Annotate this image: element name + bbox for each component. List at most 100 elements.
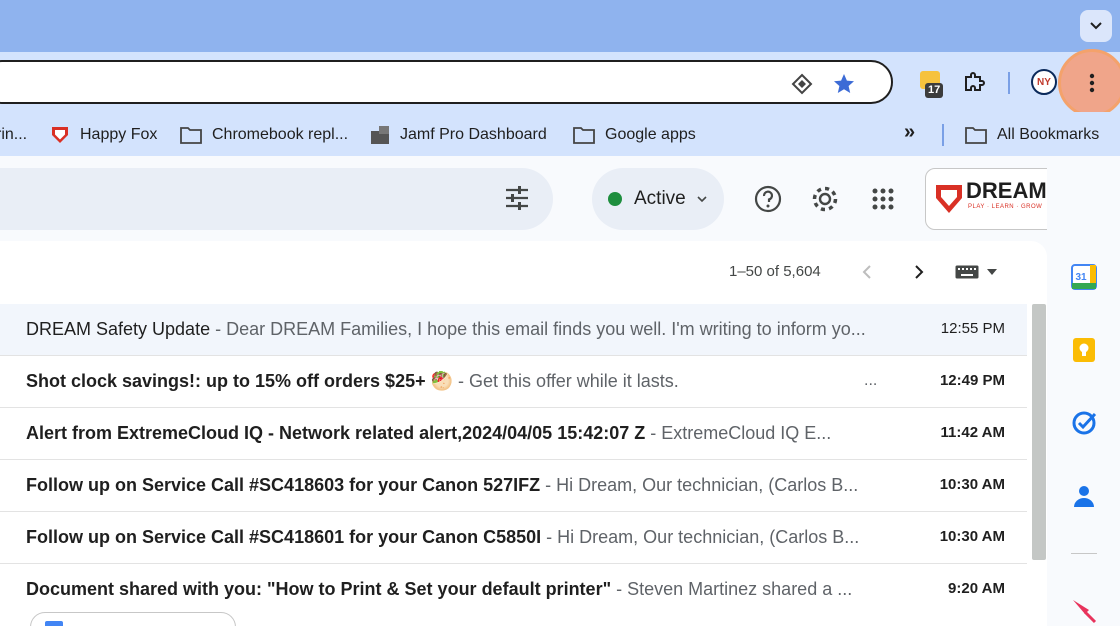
bookmark-chromebook[interactable]: Chromebook repl... <box>180 124 348 146</box>
account-logo-tagline: PLAY · LEARN · GROW <box>968 204 1043 210</box>
caret-down-icon <box>987 269 997 275</box>
email-subject: Document shared with you: "How to Print … <box>26 579 612 599</box>
addon-icon[interactable] <box>1071 598 1097 624</box>
side-panel-divider <box>1071 553 1097 554</box>
email-row[interactable]: Follow up on Service Call #SC418603 for … <box>0 460 1027 512</box>
email-snippet: - Dear DREAM Families, I hope this email… <box>210 319 866 339</box>
account-logo-text: DREAM <box>966 178 1047 203</box>
keep-icon[interactable] <box>1071 337 1097 363</box>
bookmark-label: Happy Fox <box>80 126 158 143</box>
happy-fox-icon <box>50 125 70 145</box>
tab-strip <box>0 0 1120 52</box>
bookmark-label: rin... <box>0 126 28 143</box>
calendar-icon[interactable]: 31 <box>1071 264 1097 290</box>
email-snippet: - ExtremeCloud IQ E... <box>645 423 832 443</box>
folder-icon <box>573 126 595 144</box>
contacts-icon[interactable] <box>1071 483 1097 509</box>
email-line: Shot clock savings!: up to 15% off order… <box>26 371 826 392</box>
profile-avatar[interactable]: NY <box>1031 69 1057 95</box>
email-time: 12:49 PM <box>939 372 1005 389</box>
email-subject: Follow up on Service Call #SC418601 for … <box>26 527 542 547</box>
email-snippet: - Hi Dream, Our technician, (Carlos B... <box>541 527 860 547</box>
email-line: DREAM Safety Update - Dear DREAM Familie… <box>26 319 881 340</box>
keyboard-icon <box>955 265 979 279</box>
email-row[interactable]: Shot clock savings!: up to 15% off order… <box>0 356 1027 408</box>
email-row[interactable]: DREAM Safety Update - Dear DREAM Familie… <box>0 304 1027 356</box>
email-line: Follow up on Service Call #SC418603 for … <box>26 475 881 496</box>
site-controls-icon[interactable] <box>790 72 814 96</box>
email-snippet: - Steven Martinez shared a ... <box>611 579 853 599</box>
folder-icon <box>180 126 202 144</box>
email-subject: Shot clock savings!: up to 15% off order… <box>26 371 454 391</box>
email-row[interactable]: Alert from ExtremeCloud IQ - Network rel… <box>0 408 1027 460</box>
calendar-day: 31 <box>1075 272 1087 283</box>
chevron-down-icon <box>1090 22 1102 30</box>
bookmark-item[interactable]: rin... <box>0 124 27 146</box>
bookmarks-separator <box>942 124 944 146</box>
email-snippet: - Get this offer while it lasts. <box>453 371 679 391</box>
jamf-icon <box>370 125 390 145</box>
status-dot <box>608 192 622 206</box>
google-apps-grid-icon[interactable] <box>868 184 898 214</box>
browser-toolbar: 17 NY <box>0 52 1120 112</box>
email-time: 10:30 AM <box>939 476 1005 493</box>
bookmark-label: Chromebook repl... <box>212 126 349 143</box>
overflow-label: » <box>904 120 916 143</box>
address-bar[interactable] <box>0 60 893 104</box>
newer-button[interactable] <box>856 261 878 283</box>
email-time: 12:55 PM <box>940 320 1005 337</box>
email-time: 10:30 AM <box>939 528 1005 545</box>
attachment-chip[interactable] <box>30 612 236 626</box>
chevron-left-icon <box>862 265 871 279</box>
mail-search-bar[interactable] <box>0 168 553 230</box>
help-icon[interactable] <box>753 184 783 214</box>
bookmark-google-apps[interactable]: Google apps <box>573 124 696 146</box>
doc-icon <box>45 621 63 626</box>
more-vert-icon <box>1089 73 1095 93</box>
mail-list-scrollbar[interactable] <box>1032 304 1046 560</box>
email-trailing: ... <box>864 372 878 389</box>
status-selector[interactable]: Active <box>592 168 724 230</box>
toolbar-separator <box>1008 72 1010 94</box>
mail-list-panel: 1–50 of 5,604 DREAM Safety Update - Dear… <box>0 241 1047 626</box>
email-subject: Alert from ExtremeCloud IQ - Network rel… <box>26 423 646 443</box>
email-subject: Follow up on Service Call #SC418603 for … <box>26 475 541 495</box>
email-line: Alert from ExtremeCloud IQ - Network rel… <box>26 423 881 444</box>
side-panel: 31 <box>1047 156 1120 626</box>
dream-logo-icon <box>936 185 962 213</box>
bookmark-label: Jamf Pro Dashboard <box>400 126 547 143</box>
status-label: Active <box>634 188 686 209</box>
chevron-down-icon <box>697 196 707 203</box>
bookmarks-overflow-button[interactable]: » <box>904 121 915 143</box>
all-bookmarks-label: All Bookmarks <box>997 126 1100 143</box>
older-button[interactable] <box>908 261 930 283</box>
email-row[interactable]: Follow up on Service Call #SC418601 for … <box>0 512 1027 564</box>
email-list: DREAM Safety Update - Dear DREAM Familie… <box>0 304 1027 626</box>
extension-badge-count: 17 <box>925 83 944 98</box>
email-line: Follow up on Service Call #SC418601 for … <box>26 527 881 548</box>
bookmark-jamf[interactable]: Jamf Pro Dashboard <box>370 124 547 146</box>
browser-menu-button[interactable] <box>1058 49 1120 117</box>
email-line: Document shared with you: "How to Print … <box>26 579 881 600</box>
tasks-icon[interactable] <box>1071 410 1097 436</box>
all-bookmarks-button[interactable]: All Bookmarks <box>965 124 1099 146</box>
bookmark-star-icon[interactable] <box>832 72 856 96</box>
gmail-app: Active DREAM PLAY · LEARN · GROW 1–50 of… <box>0 156 1120 626</box>
extension-badge[interactable]: 17 <box>920 71 948 99</box>
input-tools-button[interactable] <box>955 265 997 279</box>
bookmark-label: Google apps <box>605 126 696 143</box>
settings-gear-icon[interactable] <box>810 184 840 214</box>
tab-search-button[interactable] <box>1080 10 1112 42</box>
email-row[interactable]: Document shared with you: "How to Print … <box>0 564 1027 626</box>
pager-range: 1–50 of 5,604 <box>729 263 821 280</box>
search-options-icon[interactable] <box>503 184 531 212</box>
extensions-puzzle-icon[interactable] <box>960 68 988 96</box>
bookmarks-bar: rin... Happy Fox Chromebook repl... Jamf… <box>0 112 1120 156</box>
chevron-right-icon <box>915 265 924 279</box>
email-time: 9:20 AM <box>948 580 1005 597</box>
email-time: 11:42 AM <box>940 424 1005 441</box>
bookmark-happy-fox[interactable]: Happy Fox <box>50 124 157 146</box>
email-subject: DREAM Safety Update <box>26 319 211 339</box>
folder-icon <box>965 126 987 144</box>
email-snippet: - Hi Dream, Our technician, (Carlos B... <box>540 475 859 495</box>
